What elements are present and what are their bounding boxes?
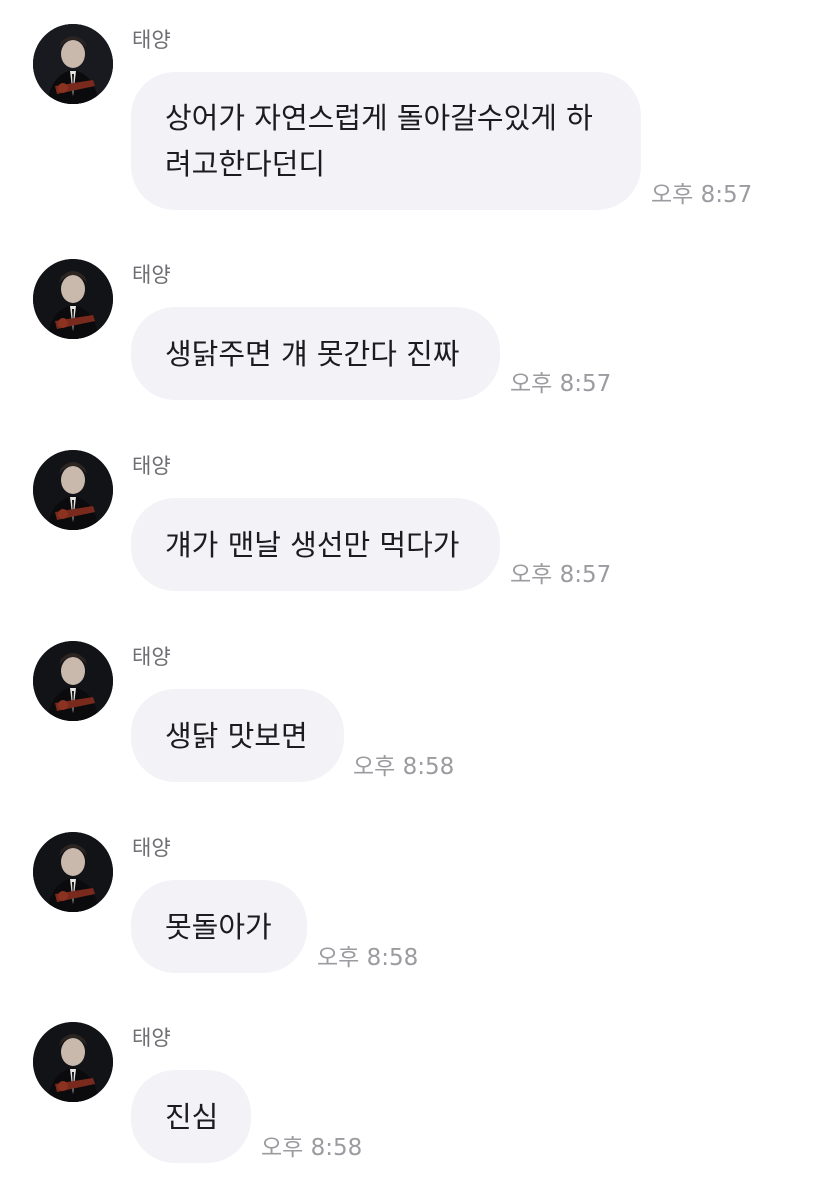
message-text: 진심 [165, 1099, 219, 1134]
message-text-line: 려고한다던디 [165, 147, 326, 181]
avatar[interactable] [33, 259, 113, 339]
profile-photo-icon [33, 641, 113, 721]
sender-name: 태양 [132, 263, 171, 287]
sender-name: 태양 [132, 645, 171, 669]
message-bubble[interactable]: 생닭주면 걔 못간다 진짜 [131, 307, 500, 400]
profile-photo-icon [33, 259, 113, 339]
avatar[interactable] [33, 450, 113, 530]
message-bubble[interactable]: 생닭 맛보면 [131, 689, 344, 782]
avatar[interactable] [33, 1022, 113, 1102]
message-bubble[interactable]: 걔가 맨날 생선만 먹다가 [131, 498, 500, 591]
message-bubble[interactable]: 못돌아가 [131, 880, 307, 973]
profile-photo-icon [33, 1022, 113, 1102]
timestamp: 오후 8:58 [317, 945, 419, 971]
message-text: 못돌아가 [165, 909, 272, 944]
message-text: 생닭 맛보면 [165, 718, 308, 753]
sender-name: 태양 [132, 28, 171, 52]
message-text: 걔가 맨날 생선만 먹다가 [165, 527, 460, 562]
avatar[interactable] [33, 832, 113, 912]
message-text: 생닭주면 걔 못간다 진짜 [165, 336, 460, 371]
sender-name: 태양 [132, 1026, 171, 1050]
sender-name: 태양 [132, 454, 171, 478]
sender-name: 태양 [132, 836, 171, 860]
timestamp: 오후 8:58 [353, 754, 455, 780]
timestamp: 오후 8:57 [651, 182, 753, 208]
message-bubble[interactable]: 진심 [131, 1070, 251, 1163]
profile-photo-icon [33, 450, 113, 530]
avatar[interactable] [33, 641, 113, 721]
profile-photo-icon [33, 832, 113, 912]
timestamp: 오후 8:58 [261, 1135, 363, 1161]
message-bubble[interactable]: 상어가 자연스럽게 돌아갈수있게 하 려고한다던디 [131, 72, 641, 210]
timestamp: 오후 8:57 [510, 371, 612, 397]
avatar[interactable] [33, 24, 113, 104]
timestamp: 오후 8:57 [510, 562, 612, 588]
message-text-line: 상어가 자연스럽게 돌아갈수있게 하 [165, 101, 593, 135]
profile-photo-icon [33, 24, 113, 104]
